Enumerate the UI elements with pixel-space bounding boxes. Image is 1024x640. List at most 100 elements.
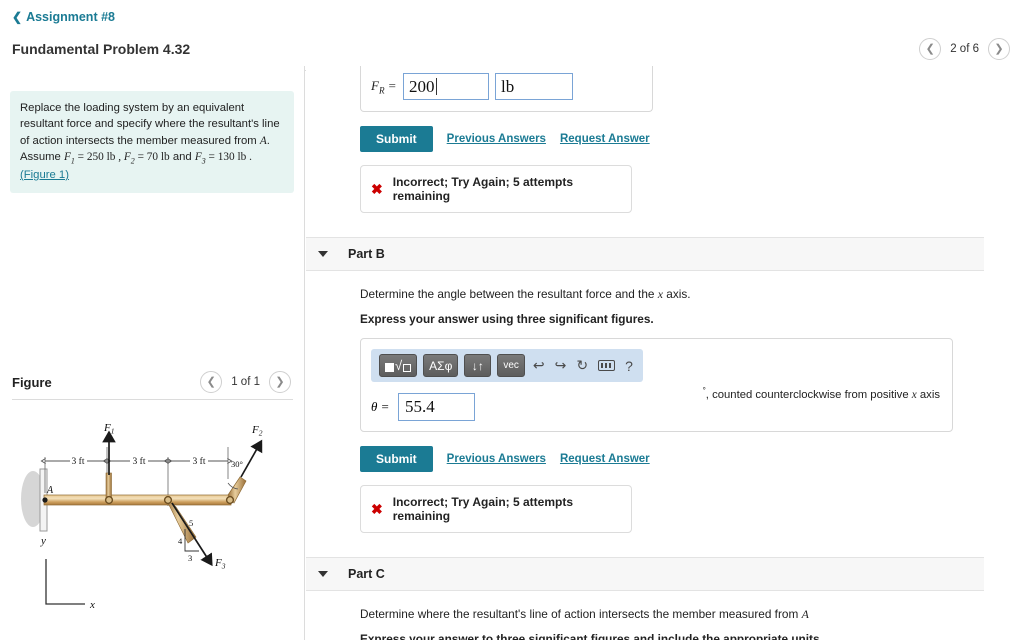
figure-label-f1: F1 — [103, 422, 114, 436]
part-a-answer-row: FR = 200 lb — [371, 73, 642, 100]
figure-next-button[interactable]: ❯ — [269, 371, 291, 393]
figure-divider — [12, 399, 293, 400]
figure-axis-y: y — [40, 535, 46, 547]
theta-label: θ = — [371, 399, 391, 415]
statement-line-3a: intersects the member measured from — [65, 134, 260, 147]
eq-1: = — [74, 151, 87, 164]
left-panel: Replace the loading system by an equival… — [0, 66, 305, 640]
f1-value: 250 lb — [86, 151, 116, 164]
theta-equals: = — [380, 399, 390, 414]
part-b-answer-box: √ ΑΣφ ↓↑ vec ↩ ↪ ↻ ? θ = 55.4 °, counted… — [360, 338, 953, 432]
part-b-math-toolbar: √ ΑΣφ ↓↑ vec ↩ ↪ ↻ ? — [371, 349, 643, 382]
dimension-label-3: 3 ft — [193, 456, 206, 467]
part-b-suffix-b: axis — [916, 388, 940, 401]
part-a-feedback: ✖ Incorrect; Try Again; 5 attempts remai… — [360, 165, 632, 213]
point-a-symbol: A — [259, 134, 267, 147]
part-a-answer-box: FR = 200 lb — [360, 66, 653, 112]
part-b-submit-button[interactable]: Submit — [360, 446, 433, 472]
figure-slope-5: 5 — [189, 518, 193, 528]
f3-value: 130 lb — [217, 151, 247, 164]
figure-slope-3: 3 — [188, 553, 192, 563]
theta-input[interactable]: 55.4 — [398, 393, 475, 421]
chevron-down-icon[interactable] — [318, 571, 328, 577]
part-b-suffix-note: °, counted counterclockwise from positiv… — [703, 386, 940, 401]
help-icon[interactable]: ? — [623, 358, 635, 374]
part-c-prompt: Determine where the resultant's line of … — [360, 607, 1024, 622]
f1-symbol: F — [63, 151, 71, 164]
chevron-left-icon: ❮ — [206, 375, 216, 388]
eq-3: = — [205, 151, 218, 164]
part-b-request-answer-link[interactable]: Request Answer — [560, 453, 650, 465]
part-a-request-answer-link[interactable]: Request Answer — [560, 133, 650, 145]
f2-symbol: F — [123, 151, 131, 164]
updown-arrows-icon[interactable]: ↓↑ — [464, 354, 492, 377]
chevron-right-icon: ❯ — [994, 42, 1004, 55]
sep-2: and — [169, 151, 195, 164]
page-title: Fundamental Problem 4.32 — [12, 41, 191, 57]
part-a-actions: Submit Previous Answers Request Answer — [360, 126, 1024, 152]
figure-angle-label: 30° — [231, 459, 243, 469]
vector-icon[interactable]: vec — [497, 354, 525, 377]
chevron-right-icon: ❯ — [275, 375, 285, 388]
figure-pager: ❮ 1 of 1 ❯ — [200, 371, 291, 393]
part-b-actions: Submit Previous Answers Request Answer — [360, 446, 1024, 472]
next-problem-button[interactable]: ❯ — [988, 38, 1010, 60]
redo-icon[interactable]: ↪ — [553, 357, 569, 374]
chevron-left-icon: ❮ — [925, 42, 935, 55]
part-c-instruction: Express your answer to three significant… — [360, 632, 823, 640]
chevron-down-icon[interactable] — [318, 251, 328, 257]
keyboard-icon[interactable] — [596, 358, 617, 374]
fr-label: FR = — [371, 78, 397, 96]
figure-1-link[interactable]: (Figure 1) — [20, 169, 69, 181]
sep-1: , — [115, 151, 124, 164]
part-b-prompt: Determine the angle between the resultan… — [360, 287, 1024, 302]
part-a-submit-button[interactable]: Submit — [360, 126, 433, 152]
sqrt-template-icon[interactable]: √ — [379, 354, 418, 377]
figure-label-f2: F2 — [251, 424, 263, 438]
part-b-header[interactable]: Part B — [306, 237, 984, 271]
dimension-label-1: 3 ft — [72, 456, 85, 467]
x-mark-icon: ✖ — [371, 501, 383, 517]
chevron-left-icon: ❮ — [12, 10, 23, 24]
eq-2: = — [134, 151, 147, 164]
part-a-previous-answers-link[interactable]: Previous Answers — [447, 133, 546, 145]
pager-label: 2 of 6 — [950, 43, 979, 55]
reset-icon[interactable]: ↻ — [574, 357, 590, 374]
fr-units-text: lb — [501, 76, 515, 96]
f2-value: 70 lb — [146, 151, 170, 164]
part-b-feedback: ✖ Incorrect; Try Again; 5 attempts remai… — [360, 485, 632, 533]
part-c-header[interactable]: Part C — [306, 557, 984, 591]
theta-value-text: 55.4 — [405, 397, 435, 416]
dimension-label-2: 3 ft — [133, 456, 146, 467]
back-to-assignment-link[interactable]: ❮ Assignment #8 — [12, 10, 115, 24]
beam-diagram-svg: 3 ft 3 ft 3 ft F1 F2 30° F3 4 5 3 A y x — [21, 422, 263, 611]
top-bar: ❮ Assignment #8 — [0, 0, 1024, 26]
part-b-instruction: Express your answer using three signific… — [360, 312, 654, 326]
sep-3: . — [246, 151, 252, 164]
problem-statement: Replace the loading system by an equival… — [10, 91, 294, 194]
problem-page: ❮ Assignment #8 Fundamental Problem 4.32… — [0, 0, 1024, 640]
figure-label-f3: F3 — [214, 557, 226, 571]
back-link-label: Assignment #8 — [26, 10, 115, 24]
figure-prev-button[interactable]: ❮ — [200, 371, 223, 393]
figure-image[interactable]: 3 ft 3 ft 3 ft F1 F2 30° F3 4 5 3 A y x — [0, 411, 305, 640]
theta-symbol: θ — [371, 399, 378, 414]
prev-problem-button[interactable]: ❮ — [919, 38, 942, 60]
part-b-previous-answers-link[interactable]: Previous Answers — [447, 453, 546, 465]
figure-title: Figure — [12, 374, 52, 390]
fr-value-text: 200 — [409, 76, 435, 96]
fr-units-input[interactable]: lb — [495, 73, 573, 100]
fr-symbol: F — [371, 77, 379, 93]
part-c-label: Part C — [348, 567, 385, 581]
figure-axis-x: x — [89, 599, 95, 611]
part-b-prompt-a: Determine the angle between the resultan… — [360, 287, 658, 301]
part-a-feedback-text: Incorrect; Try Again; 5 attempts remaini… — [392, 175, 573, 203]
greek-symbols-icon[interactable]: ΑΣφ — [423, 354, 459, 377]
figure-slope-4: 4 — [178, 536, 183, 546]
fr-value-input[interactable]: 200 — [403, 73, 489, 100]
undo-icon[interactable]: ↩ — [531, 357, 547, 374]
text-caret — [435, 78, 437, 95]
problem-pager: ❮ 2 of 6 ❯ — [919, 38, 1010, 60]
part-b-label: Part B — [348, 247, 385, 261]
figure-header: Figure ❮ 1 of 1 ❯ — [0, 371, 305, 393]
